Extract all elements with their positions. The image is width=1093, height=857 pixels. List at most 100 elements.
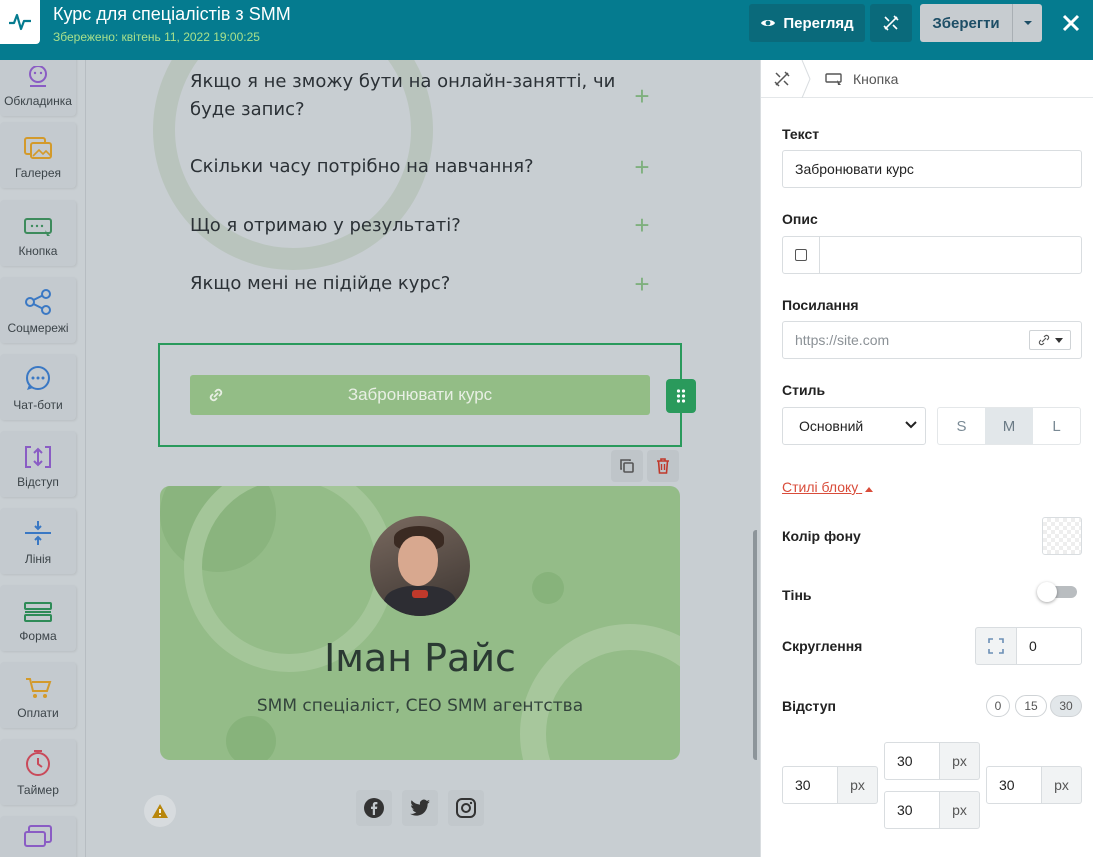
padding-top-value[interactable]: 30 xyxy=(884,742,940,780)
padding-unit: px xyxy=(1042,766,1082,804)
sidebar-item-social[interactable]: Соцмережі xyxy=(0,277,76,343)
radius-input[interactable]: 0 xyxy=(1016,627,1082,665)
sidebar-item-timer[interactable]: Таймер xyxy=(0,739,76,805)
style-select[interactable]: Основний xyxy=(782,407,926,445)
breadcrumb-separator xyxy=(801,60,811,98)
save-options-button[interactable] xyxy=(1012,4,1042,42)
bg-color-label: Колір фону xyxy=(782,528,861,544)
save-button[interactable]: Зберегти xyxy=(920,4,1012,42)
drag-handle[interactable] xyxy=(666,379,696,413)
padding-left-input[interactable]: 30 px xyxy=(782,766,878,804)
padding-preset-15[interactable]: 15 xyxy=(1015,695,1047,717)
sidebar-item-button[interactable]: Кнопка xyxy=(0,200,76,266)
profile-role: SMM спецiалiст, CEO SMM агентства xyxy=(256,696,584,716)
sidebar-item-label: Соцмережі xyxy=(7,321,69,335)
shadow-toggle[interactable] xyxy=(1037,582,1077,602)
settings-panel: Кнопка Текст Забронювати курс Опис Посил… xyxy=(760,60,1093,857)
caret-down-icon xyxy=(1023,21,1032,25)
breadcrumb: Кнопка xyxy=(761,60,1093,98)
padding-right-value[interactable]: 30 xyxy=(986,766,1042,804)
size-s-button[interactable]: S xyxy=(937,407,985,445)
sidebar-item-chatbots[interactable]: Чат-боти xyxy=(0,354,76,420)
saved-status: Збережено: квітень 11, 2022 19:00:25 xyxy=(53,30,260,44)
size-l-button[interactable]: L xyxy=(1033,407,1081,445)
faq-question[interactable]: Якщо я не зможу бути на онлайн-заняттi, … xyxy=(190,68,630,124)
padding-bottom-input[interactable]: 30 px xyxy=(884,791,980,829)
padding-preset-0[interactable]: 0 xyxy=(986,695,1010,717)
sidebar-item-line[interactable]: Лінія xyxy=(0,508,76,574)
facebook-link[interactable] xyxy=(356,790,392,826)
faq-question[interactable]: Скільки часу потрібно на навчання? xyxy=(190,153,630,181)
sidebar-item-payments[interactable]: Оплати xyxy=(0,662,76,728)
button-icon xyxy=(825,73,842,85)
size-m-button[interactable]: M xyxy=(985,407,1033,445)
plus-icon[interactable]: + xyxy=(632,212,652,238)
shadow-label: Тінь xyxy=(782,587,812,603)
preview-button[interactable]: Перегляд xyxy=(749,4,865,42)
faq-question[interactable]: Що я отримаю у результатi? xyxy=(190,212,630,240)
style-select-value: Основний xyxy=(799,418,864,434)
breadcrumb-current: Кнопка xyxy=(853,71,899,87)
radius-mode-button[interactable] xyxy=(975,627,1017,665)
sidebar-item-form[interactable]: Форма xyxy=(0,585,76,651)
padding-right-input[interactable]: 30 px xyxy=(986,766,1082,804)
activity-logo-icon[interactable] xyxy=(0,0,40,44)
radius-label: Скруглення xyxy=(782,638,863,654)
duplicate-block-button[interactable] xyxy=(611,450,643,482)
sidebar-item-cover[interactable]: Обкладинка xyxy=(0,60,76,116)
sidebar-item-gallery[interactable]: Галерея xyxy=(0,122,76,188)
plus-icon[interactable]: + xyxy=(632,271,652,297)
design-tools-icon[interactable] xyxy=(773,70,791,88)
sidebar-item-label: Лінія xyxy=(24,552,52,566)
padding-top-input[interactable]: 30 px xyxy=(884,742,980,780)
plus-icon[interactable]: + xyxy=(632,83,652,109)
description-input[interactable] xyxy=(819,236,1082,274)
cta-button[interactable]: Забронювати курс xyxy=(190,375,650,415)
warning-button[interactable] xyxy=(144,795,176,827)
instagram-link[interactable] xyxy=(448,790,484,826)
design-tools-button[interactable] xyxy=(870,4,912,42)
padding-label: Відступ xyxy=(782,698,836,714)
delete-block-button[interactable] xyxy=(647,450,679,482)
twitter-link[interactable] xyxy=(402,790,438,826)
plus-icon[interactable]: + xyxy=(632,154,652,180)
link-icon xyxy=(209,388,223,402)
padding-unit: px xyxy=(838,766,878,804)
sidebar-item-spacing[interactable]: Відступ xyxy=(0,431,76,497)
block-styles-link[interactable]: Стилі блоку xyxy=(782,479,874,495)
trash-icon xyxy=(657,458,669,474)
sidebar-item-label: Відступ xyxy=(17,475,59,489)
text-label: Текст xyxy=(782,126,820,142)
faq-question[interactable]: Якщо менi не пiдiйде курс? xyxy=(190,270,630,298)
card-decoration xyxy=(226,716,276,760)
blocks-sidebar: Обкладинка Галерея Кнопка Соцмережі Чат-… xyxy=(0,60,86,857)
button-text-input[interactable]: Забронювати курс xyxy=(782,150,1082,188)
preview-label: Перегляд xyxy=(783,14,854,32)
sidebar-item-label: Кнопка xyxy=(18,244,58,258)
sidebar-item-faq[interactable] xyxy=(0,816,76,857)
close-button[interactable] xyxy=(1055,4,1087,42)
sidebar-item-label: Чат-боти xyxy=(13,398,63,412)
padding-preset-30[interactable]: 30 xyxy=(1050,695,1082,717)
sidebar-item-label: Форма xyxy=(19,629,57,643)
copy-icon xyxy=(620,459,634,473)
link-type-dropdown[interactable] xyxy=(1029,330,1071,350)
profile-card[interactable]: Iман Райс SMM спецiалiст, CEO SMM агентс… xyxy=(160,486,680,760)
sidebar-item-label: Обкладинка xyxy=(4,94,72,108)
sidebar-item-label: Галерея xyxy=(14,166,62,180)
timer-icon xyxy=(26,750,50,776)
padding-unit: px xyxy=(940,791,980,829)
canvas-scrollbar[interactable] xyxy=(753,530,757,760)
description-checkbox[interactable] xyxy=(782,236,820,274)
spacing-icon xyxy=(25,446,51,468)
line-icon xyxy=(25,521,51,545)
cover-icon xyxy=(29,66,47,87)
editor-canvas[interactable]: Якщо я не зможу бути на онлайн-заняттi, … xyxy=(87,60,757,857)
bg-color-picker[interactable] xyxy=(1042,517,1082,555)
card-decoration xyxy=(532,572,564,604)
padding-left-value[interactable]: 30 xyxy=(782,766,838,804)
warning-icon xyxy=(152,804,168,818)
design-tools-icon xyxy=(883,15,899,31)
padding-bottom-value[interactable]: 30 xyxy=(884,791,940,829)
cart-icon xyxy=(26,678,52,698)
